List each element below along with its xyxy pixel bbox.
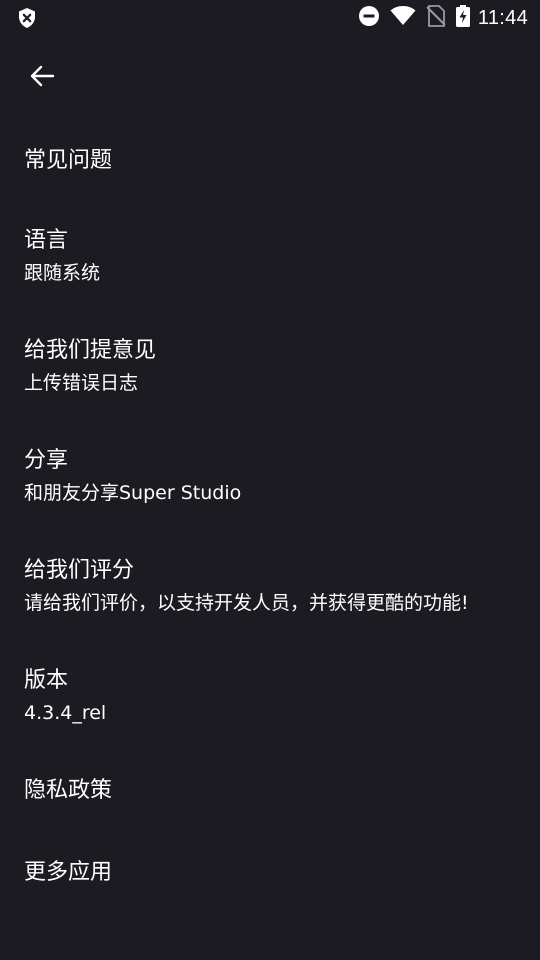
item-title: 语言 [24,228,69,253]
list-item-rate-us[interactable]: 给我们评分 请给我们评价，以支持开发人员，并获得更酷的功能! [0,530,540,640]
list-item-more-apps[interactable]: 更多应用 [0,830,540,910]
list-item-feedback[interactable]: 给我们提意见 上传错误日志 [0,310,540,420]
item-subtitle: 和朋友分享Super Studio [24,482,242,504]
item-subtitle: 4.3.4_rel [24,702,107,724]
item-title: 给我们提意见 [24,338,157,363]
item-title: 分享 [24,448,69,473]
item-title: 隐私政策 [24,778,113,803]
shield-x-icon [16,7,38,29]
list-item-privacy-policy[interactable]: 隐私政策 [0,750,540,830]
item-subtitle: 跟随系统 [24,262,101,284]
item-title: 常见问题 [24,148,113,173]
arrow-left-icon [29,63,55,93]
item-title: 更多应用 [24,860,113,885]
wifi-icon [390,5,416,31]
do-not-disturb-icon [358,5,380,31]
status-icons: 11:44 [358,0,528,36]
status-bar: 11:44 [0,0,540,36]
item-subtitle: 请给我们评价，以支持开发人员，并获得更酷的功能! [24,592,469,614]
no-sim-icon [426,5,446,31]
item-title: 版本 [24,668,69,693]
list-item-language[interactable]: 语言 跟随系统 [0,200,540,310]
item-title: 给我们评分 [24,558,135,583]
item-subtitle: 上传错误日志 [24,372,139,394]
list-item-faq[interactable]: 常见问题 [0,120,540,200]
status-clock: 11:44 [477,6,528,29]
list-item-share[interactable]: 分享 和朋友分享Super Studio [0,420,540,530]
back-button[interactable] [22,58,62,98]
list-item-version[interactable]: 版本 4.3.4_rel [0,640,540,750]
battery-charging-icon [455,5,470,31]
